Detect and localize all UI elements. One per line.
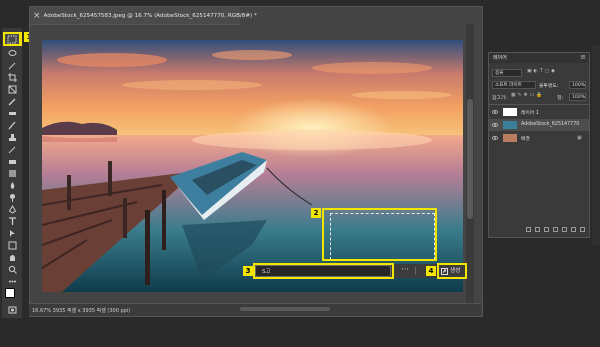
layer-filter-select[interactable]: 종류 — [492, 69, 522, 77]
more-options-button[interactable]: ··· — [398, 265, 412, 277]
callout-2-highlight — [322, 208, 437, 261]
scroll-thumb[interactable] — [467, 99, 473, 219]
layers-panel: 레이어 ≡ 종류 ▣◐T▢◆ 소프트 라이트 불투명도: 100% 잠그기: ▦… — [488, 52, 590, 238]
layer-row-selected[interactable]: AdobeStock_625147770 — [489, 119, 589, 131]
document-title: AdobeStock_625457583.jpeg @ 16.7% (Adobe… — [43, 12, 257, 19]
delete-layer-icon[interactable] — [580, 226, 585, 232]
close-icon[interactable]: × — [33, 11, 41, 21]
fill-field[interactable]: 100% — [569, 93, 586, 101]
status-text: 16.67% 3935 픽셀 x 3935 픽셀 (300 ppi) — [32, 307, 131, 314]
visibility-eye-icon[interactable] — [492, 109, 498, 115]
visibility-eye-icon[interactable] — [492, 135, 498, 141]
filter-row: 종류 ▣◐T▢◆ — [489, 68, 589, 79]
history-brush-icon[interactable] — [5, 144, 19, 154]
adjustment-layer-icon[interactable] — [553, 226, 558, 232]
gradient-tool-icon[interactable] — [5, 168, 19, 178]
layer-name: 레이어 1 — [521, 111, 539, 116]
layers-panel-header: 레이어 ≡ — [489, 53, 589, 63]
callout-4-badge: 4 — [426, 266, 436, 276]
layers-tab[interactable]: 레이어 — [493, 54, 507, 61]
more-tools-icon[interactable] — [5, 276, 19, 286]
color-swatches[interactable] — [5, 288, 20, 303]
layers-panel-footer — [489, 223, 589, 235]
fx-icon[interactable] — [535, 226, 540, 232]
type-tool-icon[interactable] — [5, 216, 19, 226]
callout-4-highlight — [437, 263, 467, 279]
filter-icons[interactable]: ▣◐T▢◆ — [527, 69, 557, 74]
blur-tool-icon[interactable] — [5, 180, 19, 190]
visibility-eye-icon[interactable] — [492, 122, 498, 128]
layer-thumbnail — [503, 134, 517, 142]
layer-thumbnail — [503, 108, 517, 116]
document-tab[interactable]: × AdobeStock_625457583.jpeg @ 16.7% (Ado… — [30, 7, 257, 25]
lock-icon: ▣ — [577, 135, 582, 141]
lock-row: 잠그기: ▦✎✥▭🔒 칠: 100% — [489, 92, 589, 103]
panel-menu-icon[interactable]: ≡ — [580, 53, 586, 61]
callout-3-badge: 3 — [243, 266, 253, 276]
layer-name: AdobeStock_625147770 — [521, 122, 580, 127]
blend-row: 소프트 라이트 불투명도: 100% — [489, 80, 589, 91]
dodge-tool-icon[interactable] — [5, 192, 19, 202]
lock-label: 잠그기: — [492, 96, 507, 101]
layer-row[interactable]: 배경 ▣ — [489, 132, 589, 144]
divider — [489, 104, 589, 105]
vertical-scrollbar[interactable] — [466, 24, 474, 307]
layer-thumbnail — [503, 121, 517, 129]
lock-icons[interactable]: ▦✎✥▭🔒 — [511, 93, 544, 98]
magic-wand-icon[interactable] — [5, 60, 19, 70]
callout-3-highlight — [253, 263, 394, 279]
panel-dock — [592, 45, 600, 245]
blend-mode-select[interactable]: 소프트 라이트 — [492, 81, 536, 89]
tools-panel — [2, 28, 22, 318]
new-group-icon[interactable] — [562, 226, 567, 232]
clone-stamp-icon[interactable] — [5, 132, 19, 142]
eraser-icon[interactable] — [5, 156, 19, 166]
foreground-color-swatch[interactable] — [5, 288, 15, 298]
zoom-tool-icon[interactable] — [5, 264, 19, 274]
divider — [415, 267, 416, 275]
healing-brush-icon[interactable] — [5, 108, 19, 118]
path-selection-icon[interactable] — [5, 228, 19, 238]
lasso-tool-icon[interactable] — [5, 48, 19, 58]
layer-name: 배경 — [521, 137, 530, 142]
shape-tool-icon[interactable] — [5, 240, 19, 250]
brush-tool-icon[interactable] — [5, 120, 19, 130]
callout-2-badge: 2 — [311, 208, 321, 218]
crop-tool-icon[interactable] — [5, 72, 19, 82]
fill-label: 칠: — [557, 96, 564, 101]
opacity-field[interactable]: 100% — [569, 81, 586, 89]
callout-1-highlight — [3, 32, 22, 46]
frame-tool-icon[interactable] — [5, 84, 19, 94]
eyedropper-icon[interactable] — [5, 96, 19, 106]
horizontal-scroll-thumb[interactable] — [240, 307, 330, 311]
pen-tool-icon[interactable] — [5, 204, 19, 214]
link-layers-icon[interactable] — [526, 226, 531, 232]
layer-row[interactable]: 레이어 1 — [489, 106, 589, 118]
opacity-label: 불투명도: — [539, 84, 559, 89]
add-mask-icon[interactable] — [544, 226, 549, 232]
hand-tool-icon[interactable] — [5, 252, 19, 262]
quick-mask-icon[interactable] — [5, 305, 19, 315]
new-layer-icon[interactable] — [571, 226, 576, 232]
